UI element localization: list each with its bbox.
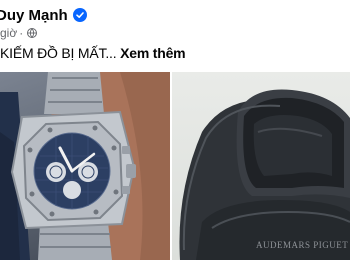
post-card: Duy Mạnh giờ · KIẾM ĐỒ BỊ MẤT... Xem thê…: [0, 0, 350, 260]
see-more-link[interactable]: Xem thêm: [120, 45, 186, 61]
photo-watch-on-wrist[interactable]: [0, 72, 170, 260]
case-brand-text: AUDEMARS PIGUET: [256, 240, 348, 250]
post-caption: KIẾM ĐỒ BỊ MẤT... Xem thêm: [0, 45, 186, 61]
post-time[interactable]: giờ: [0, 26, 17, 40]
post-meta: giờ ·: [0, 26, 38, 40]
verified-badge-icon: [72, 8, 87, 22]
photo-grid: AUDEMARS PIGUET: [0, 72, 350, 260]
meta-separator: ·: [19, 26, 24, 40]
caption-text: KIẾM ĐỒ BỊ MẤT...: [0, 45, 117, 61]
globe-icon[interactable]: [27, 28, 38, 38]
author-name[interactable]: Duy Mạnh: [0, 7, 68, 24]
post-header: Duy Mạnh: [0, 4, 87, 26]
photo-watch-case[interactable]: AUDEMARS PIGUET: [172, 72, 350, 260]
